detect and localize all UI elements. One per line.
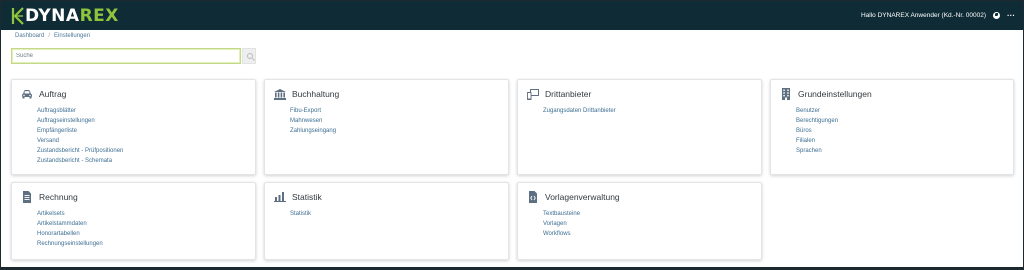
breadcrumb-separator: /: [48, 33, 51, 39]
card-header: Grundeinstellungen: [780, 88, 1013, 100]
card-link-list: Statistik: [274, 209, 508, 219]
card-link-list: Artikelsets Artikelstammdaten Honorartab…: [21, 209, 255, 249]
link-rechnungseinstellungen[interactable]: Rechnungseinstellungen: [37, 239, 255, 249]
link-artikelsets[interactable]: Artikelsets: [37, 209, 255, 219]
card-vorlagenverwaltung: Vorlagenverwaltung Textbausteine Vorlage…: [517, 182, 762, 260]
user-area: Hallo DYNAREX Anwender (Kd.-Nr. 00002) ·…: [861, 1, 1015, 30]
card-auftrag: Auftrag Auftragsblätter Auftragseinstell…: [11, 79, 256, 175]
devices-icon: [527, 88, 539, 100]
link-artikelstammdaten[interactable]: Artikelstammdaten: [37, 219, 255, 229]
card-link-list: Auftragsblätter Auftragseinstellungen Em…: [21, 106, 255, 166]
card-drittanbieter: Drittanbieter Zugangsdaten Drittanbieter: [517, 79, 762, 175]
card-buchhaltung: Buchhaltung Fibu-Export Mahnwesen Zahlun…: [264, 79, 509, 175]
code-file-icon: [527, 191, 539, 203]
link-auftragseinstellungen[interactable]: Auftragseinstellungen: [37, 116, 255, 126]
link-berechtigungen[interactable]: Berechtigungen: [796, 116, 1013, 126]
card-header: Auftrag: [21, 88, 255, 100]
link-textbausteine[interactable]: Textbausteine: [543, 209, 761, 219]
card-statistik: Statistik Statistik: [264, 182, 509, 260]
bank-icon: [274, 88, 286, 100]
link-workflows[interactable]: Workflows: [543, 229, 761, 239]
link-empfaengerliste[interactable]: Empfängerliste: [37, 126, 255, 136]
card-title: Buchhaltung: [292, 89, 340, 99]
card-link-list: Textbausteine Vorlagen Workflows: [527, 209, 761, 239]
search-input[interactable]: [11, 48, 241, 64]
car-icon: [21, 89, 33, 100]
bar-chart-icon: [274, 192, 286, 203]
card-grundeinstellungen: Grundeinstellungen Benutzer Berechtigung…: [770, 79, 1014, 175]
dynarex-logo[interactable]: DYNAREX: [11, 7, 119, 25]
link-sprachen[interactable]: Sprachen: [796, 146, 1013, 156]
card-title: Grundeinstellungen: [798, 89, 872, 99]
link-zustandsbericht-pruefpositionen[interactable]: Zustandsbericht - Prüfpositionen: [37, 146, 255, 156]
search-bar: [11, 48, 256, 64]
card-link-list: Fibu-Export Mahnwesen Zahlungseingang: [274, 106, 508, 136]
card-link-list: Benutzer Berechtigungen Büros Filialen S…: [780, 106, 1013, 156]
card-header: Drittanbieter: [527, 88, 761, 100]
card-header: Buchhaltung: [274, 88, 508, 100]
card-title: Statistik: [292, 192, 322, 202]
card-header: Rechnung: [21, 191, 255, 203]
link-statistik[interactable]: Statistik: [290, 209, 508, 219]
link-filialen[interactable]: Filialen: [796, 136, 1013, 146]
link-fibu-export[interactable]: Fibu-Export: [290, 106, 508, 116]
card-title: Auftrag: [39, 89, 67, 99]
globe-icon[interactable]: [993, 12, 1000, 19]
link-mahnwesen[interactable]: Mahnwesen: [290, 116, 508, 126]
card-title: Rechnung: [39, 192, 78, 202]
link-versand[interactable]: Versand: [37, 136, 255, 146]
card-header: Statistik: [274, 191, 508, 203]
link-bueros[interactable]: Büros: [796, 126, 1013, 136]
link-zugangsdaten-drittanbieter[interactable]: Zugangsdaten Drittanbieter: [543, 106, 761, 116]
building-icon: [780, 88, 792, 100]
logo-suffix: REX: [79, 6, 119, 26]
breadcrumb: Dashboard / Einstellungen: [15, 33, 90, 39]
card-title: Drittanbieter: [545, 89, 592, 99]
app-frame: DYNAREX Hallo DYNAREX Anwender (Kd.-Nr. …: [0, 0, 1024, 270]
link-zustandsbericht-schemata[interactable]: Zustandsbericht - Schemata: [37, 156, 255, 166]
card-link-list: Zugangsdaten Drittanbieter: [527, 106, 761, 116]
logo-mark-icon: [11, 7, 24, 25]
card-header: Vorlagenverwaltung: [527, 191, 761, 203]
card-rechnung: Rechnung Artikelsets Artikelstammdaten H…: [11, 182, 256, 260]
breadcrumb-current: Einstellungen: [54, 33, 91, 39]
more-icon[interactable]: ···: [1007, 11, 1015, 20]
search-clear-button[interactable]: [242, 48, 256, 64]
link-vorlagen[interactable]: Vorlagen: [543, 219, 761, 229]
link-honorartabellen[interactable]: Honorartabellen: [37, 229, 255, 239]
link-benutzer[interactable]: Benutzer: [796, 106, 1013, 116]
top-navbar: DYNAREX Hallo DYNAREX Anwender (Kd.-Nr. …: [1, 1, 1023, 30]
user-greeting[interactable]: Hallo DYNAREX Anwender (Kd.-Nr. 00002): [861, 12, 986, 19]
link-zahlungseingang[interactable]: Zahlungseingang: [290, 126, 508, 136]
logo-wordmark: DYNAREX: [25, 7, 119, 25]
link-auftragsblaetter[interactable]: Auftragsblätter: [37, 106, 255, 116]
invoice-icon: [21, 191, 33, 203]
logo-prefix: DYNA: [25, 6, 80, 26]
breadcrumb-dashboard[interactable]: Dashboard: [15, 33, 44, 39]
card-title: Vorlagenverwaltung: [545, 192, 620, 202]
